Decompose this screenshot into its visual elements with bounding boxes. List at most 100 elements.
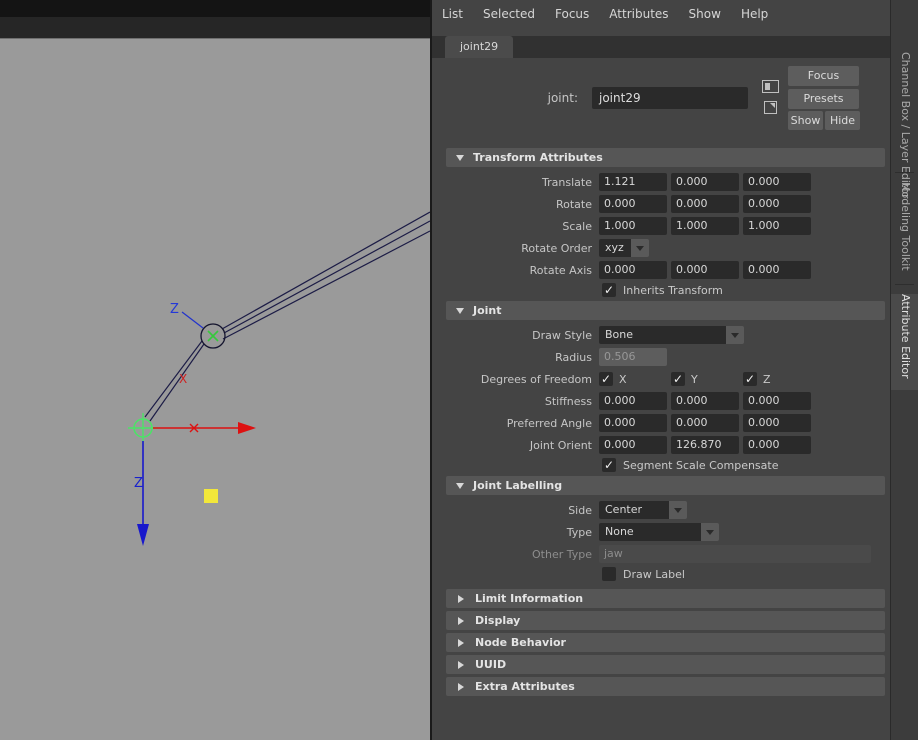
preferred-angle-row: Preferred Angle 0.000 0.000 0.000 [446, 412, 885, 434]
triangle-down-icon [456, 154, 464, 161]
radius-row: Radius 0.506 [446, 346, 885, 368]
stiffness-y-field[interactable]: 0.000 [671, 392, 739, 410]
child-z-axis-label: Z [170, 302, 179, 317]
menu-selected[interactable]: Selected [473, 7, 545, 21]
joint-orient-z-field[interactable]: 0.000 [743, 436, 811, 454]
rotate-x-field[interactable]: 0.000 [599, 195, 667, 213]
dof-y-checkbox[interactable]: ✓ [671, 372, 685, 386]
inherits-transform-checkbox[interactable]: ✓ [602, 283, 616, 297]
presets-button[interactable]: Presets [788, 89, 859, 109]
stiffness-row: Stiffness 0.000 0.000 0.000 [446, 390, 885, 412]
attribute-editor-menubar: List Selected Focus Attributes Show Help [432, 0, 890, 27]
dof-z-checkbox[interactable]: ✓ [743, 372, 757, 386]
rotate-order-dropdown[interactable]: xyz [599, 239, 649, 257]
panel-tab-strip: Channel Box / Layer Editor Modeling Tool… [890, 0, 918, 740]
sidebar-tab-modeling-toolkit[interactable]: Modeling Toolkit [891, 182, 918, 274]
triangle-right-icon [458, 682, 464, 691]
section-header-node-behavior[interactable]: Node Behavior [446, 633, 885, 652]
check-icon: ✓ [600, 372, 612, 386]
menu-attributes[interactable]: Attributes [599, 7, 678, 21]
side-row: Side Center [446, 499, 885, 521]
segment-scale-compensate-checkbox[interactable]: ✓ [602, 458, 616, 472]
node-tab-bar: joint29 [432, 36, 890, 58]
sidebar-tab-channel-box[interactable]: Channel Box / Layer Editor [891, 52, 918, 199]
joint-orient-x-field[interactable]: 0.000 [599, 436, 667, 454]
degrees-of-freedom-row: Degrees of Freedom ✓ X ✓ Y ✓ Z [480, 372, 771, 386]
maya-window: Z X Z List Selected Focus Attributes Sho… [0, 0, 918, 740]
triangle-down-icon [456, 307, 464, 314]
type-row: Type None [446, 521, 885, 543]
viewport-menubar[interactable] [0, 17, 430, 38]
chevron-down-icon [706, 529, 714, 535]
rotate-axis-y-field[interactable]: 0.000 [671, 261, 739, 279]
dof-x-checkbox[interactable]: ✓ [599, 372, 613, 386]
rotate-order-row: Rotate Order xyz [446, 237, 885, 259]
scale-z-field[interactable]: 1.000 [743, 217, 811, 235]
rotate-axis-row: Rotate Axis 0.000 0.000 0.000 [446, 259, 885, 281]
menu-focus[interactable]: Focus [545, 7, 599, 21]
copy-tab-icon[interactable] [762, 80, 779, 93]
section-header-transform-attributes[interactable]: Transform Attributes [446, 148, 885, 167]
joint-orient-row: Joint Orient 0.000 126.870 0.000 [446, 434, 885, 456]
hide-button[interactable]: Hide [825, 111, 860, 130]
triangle-right-icon [458, 616, 464, 625]
menu-help[interactable]: Help [731, 7, 778, 21]
rotate-z-field[interactable]: 0.000 [743, 195, 811, 213]
viewport-background [0, 0, 430, 740]
stiffness-z-field[interactable]: 0.000 [743, 392, 811, 410]
menu-list[interactable]: List [432, 7, 473, 21]
draw-label-checkbox[interactable] [602, 567, 616, 581]
draw-style-dropdown[interactable]: Bone [599, 326, 744, 344]
sidebar-tab-attribute-editor[interactable]: Attribute Editor [891, 294, 918, 390]
triangle-right-icon [458, 594, 464, 603]
check-icon: ✓ [672, 372, 684, 386]
chevron-down-icon [636, 245, 644, 251]
joint-orient-y-field[interactable]: 126.870 [671, 436, 739, 454]
radius-field: 0.506 [599, 348, 667, 366]
triangle-right-icon [458, 660, 464, 669]
rotate-y-field[interactable]: 0.000 [671, 195, 739, 213]
draw-style-row: Draw Style Bone [446, 324, 885, 346]
attribute-editor-panel: List Selected Focus Attributes Show Help… [430, 0, 890, 740]
viewport-canvas[interactable]: Z X Z [0, 0, 431, 740]
focus-button[interactable]: Focus [788, 66, 859, 86]
triangle-down-icon [456, 482, 464, 489]
scale-y-field[interactable]: 1.000 [671, 217, 739, 235]
chevron-down-icon [674, 507, 682, 513]
rotate-axis-x-field[interactable]: 0.000 [599, 261, 667, 279]
type-dropdown[interactable]: None [599, 523, 719, 541]
translate-y-field[interactable]: 0.000 [671, 173, 739, 191]
side-dropdown[interactable]: Center [599, 501, 687, 519]
preferred-angle-y-field[interactable]: 0.000 [671, 414, 739, 432]
menu-show[interactable]: Show [679, 7, 731, 21]
inherits-transform-row: ✓ Inherits Transform [602, 283, 723, 297]
section-header-extra-attributes[interactable]: Extra Attributes [446, 677, 885, 696]
scale-row: Scale 1.000 1.000 1.000 [446, 215, 885, 237]
tab-joint29[interactable]: joint29 [445, 36, 514, 58]
z-axis-label: Z [134, 476, 143, 491]
stiffness-x-field[interactable]: 0.000 [599, 392, 667, 410]
check-icon: ✓ [744, 372, 756, 386]
node-type-label: joint: [547, 91, 578, 105]
translate-z-field[interactable]: 0.000 [743, 173, 811, 191]
rotate-row: Rotate 0.000 0.000 0.000 [446, 193, 885, 215]
preferred-angle-x-field[interactable]: 0.000 [599, 414, 667, 432]
section-header-uuid[interactable]: UUID [446, 655, 885, 674]
preferred-angle-z-field[interactable]: 0.000 [743, 414, 811, 432]
section-header-joint-labelling[interactable]: Joint Labelling [446, 476, 885, 495]
check-icon: ✓ [603, 458, 615, 472]
rotate-axis-z-field[interactable]: 0.000 [743, 261, 811, 279]
section-header-display[interactable]: Display [446, 611, 885, 630]
section-header-joint[interactable]: Joint [446, 301, 885, 320]
scale-x-field[interactable]: 1.000 [599, 217, 667, 235]
node-name-input[interactable]: joint29 [592, 87, 748, 109]
viewport-panel[interactable]: Z X Z [0, 0, 431, 740]
tearoff-copy-icon[interactable] [764, 101, 777, 114]
translate-x-field[interactable]: 1.121 [599, 173, 667, 191]
bone-x-axis-label: X [179, 372, 187, 386]
yellow-handle-square[interactable] [204, 489, 218, 503]
draw-label-row: Draw Label [446, 565, 885, 583]
viewport-titlebar [0, 0, 430, 17]
show-button[interactable]: Show [788, 111, 823, 130]
section-header-limit-information[interactable]: Limit Information [446, 589, 885, 608]
